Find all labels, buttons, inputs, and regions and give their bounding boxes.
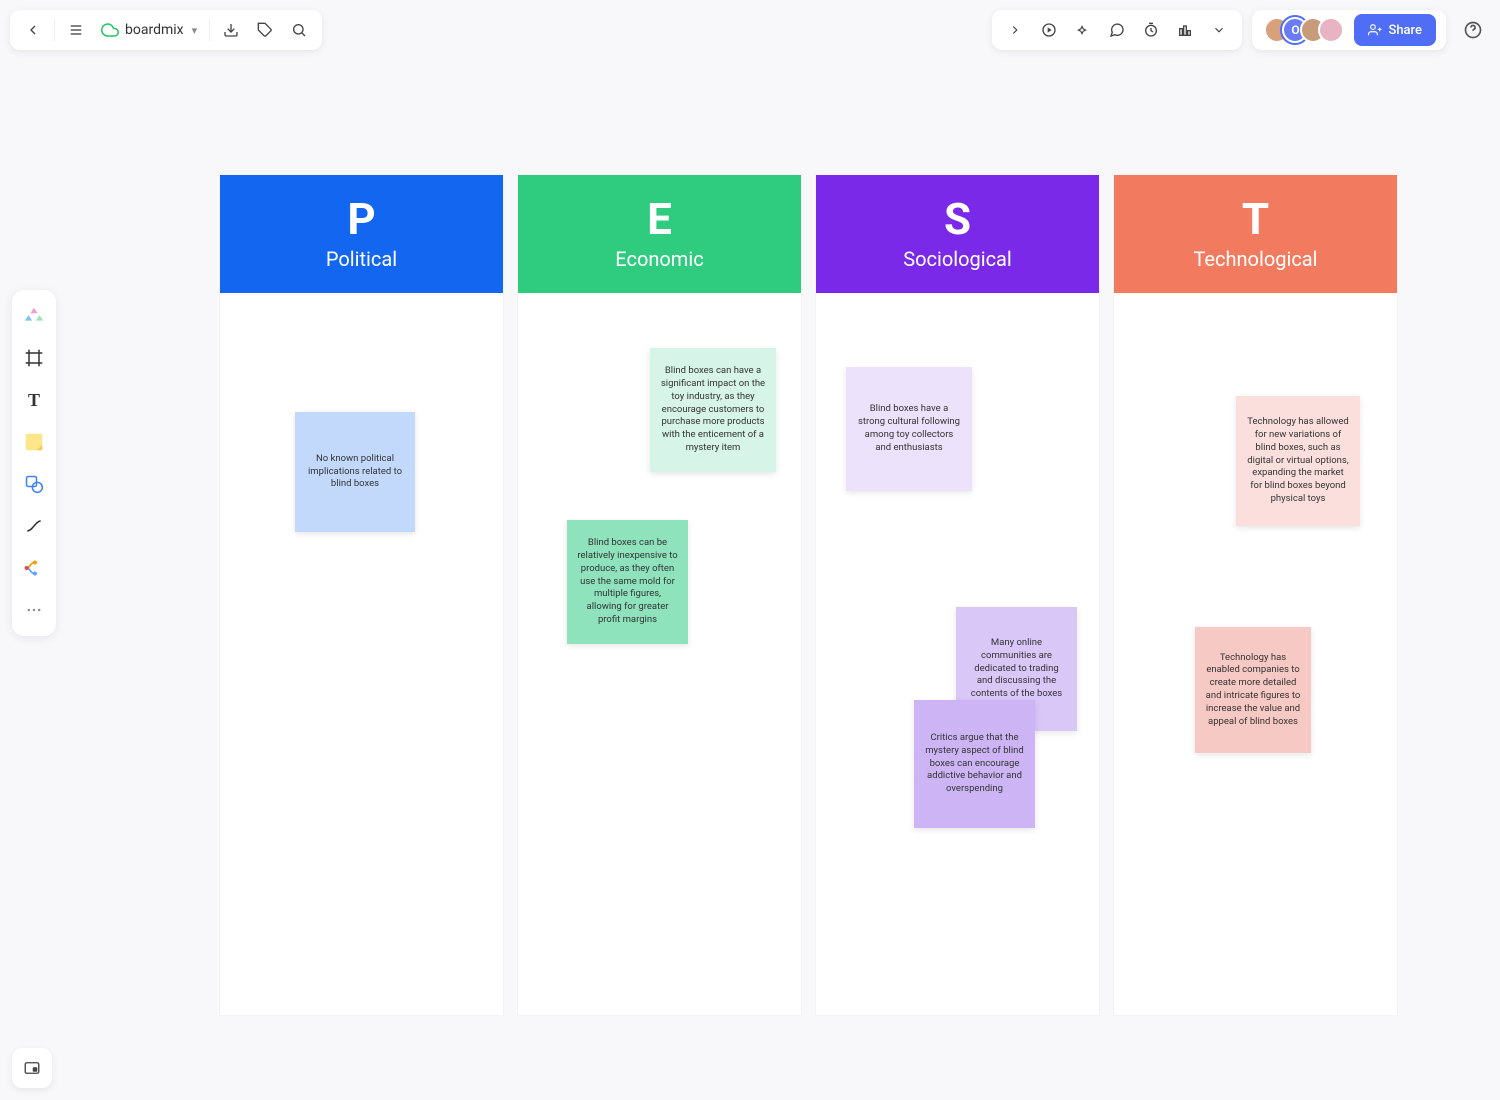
column-letter: T <box>1242 197 1269 241</box>
sticky-note[interactable]: Technology has allowed for new variation… <box>1236 396 1360 526</box>
sticky-note[interactable]: Technology has enabled companies to crea… <box>1195 627 1311 753</box>
sticky-note[interactable]: Blind boxes have a strong cultural follo… <box>846 367 972 491</box>
pest-column-political[interactable]: P Political <box>220 175 503 1015</box>
pest-column-sociological[interactable]: S Sociological <box>816 175 1099 1015</box>
column-header: S Sociological <box>816 175 1099 293</box>
column-title: Political <box>326 247 397 271</box>
column-header: E Economic <box>518 175 801 293</box>
pest-column-technological[interactable]: T Technological <box>1114 175 1397 1015</box>
column-letter: S <box>944 197 971 241</box>
sticky-note[interactable]: Blind boxes can have a significant impac… <box>650 348 776 472</box>
column-title: Economic <box>615 247 703 271</box>
column-letter: E <box>647 197 672 241</box>
column-title: Technological <box>1193 247 1317 271</box>
sticky-note[interactable]: Critics argue that the mystery aspect of… <box>914 700 1035 828</box>
column-header: T Technological <box>1114 175 1397 293</box>
canvas[interactable]: P Political E Economic S Sociological T Technol… <box>0 0 1500 1100</box>
column-letter: P <box>347 197 375 241</box>
column-title: Sociological <box>903 247 1012 271</box>
sticky-note[interactable]: No known political implications related … <box>295 412 415 532</box>
sticky-note[interactable]: Blind boxes can be relatively inexpensiv… <box>567 520 688 644</box>
column-header: P Political <box>220 175 503 293</box>
